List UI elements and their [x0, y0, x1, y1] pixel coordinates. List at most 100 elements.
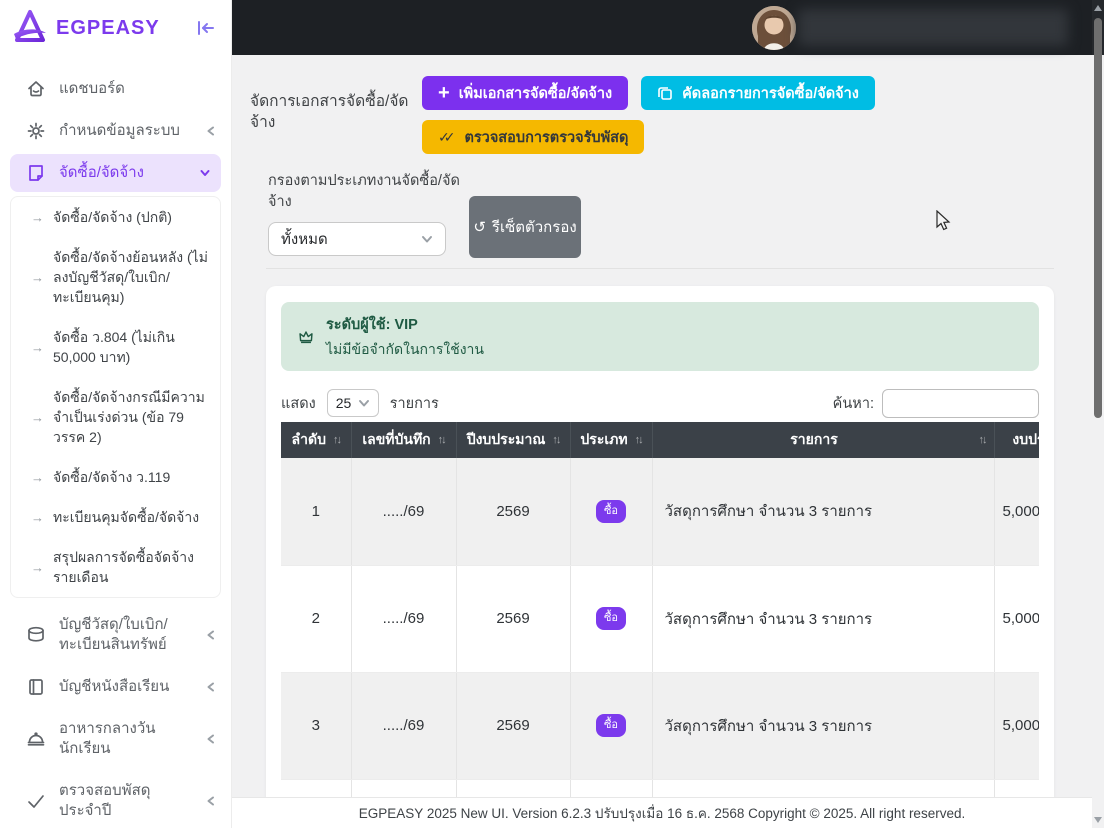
cell-no: 3 — [281, 672, 351, 779]
sidebar: EGPEASY แดชบอร์ดกำหนดข้อมูลระบบจัดซื้อ/จ… — [0, 0, 232, 828]
cell-no: 1 — [281, 458, 351, 565]
sidebar-subitem-label: จัดซื้อ/จัดจ้าง (ปกติ) — [53, 207, 172, 227]
arrow-right-icon: → — [31, 270, 44, 285]
cell-doc-no: ...../69 — [351, 779, 456, 797]
filter-type-select[interactable]: ทั้งหมด — [268, 222, 446, 256]
cell-item: วัสดุการศึกษา จำนวน 3 รายการ — [652, 779, 994, 797]
sort-icon: ↑↓ — [635, 434, 642, 446]
cell-year: 2569 — [456, 565, 570, 672]
vertical-scrollbar[interactable] — [1092, 0, 1104, 828]
table-row[interactable]: 1...../692569ซื้อวัสดุการศึกษา จำนวน 3 ร… — [281, 458, 1039, 565]
topbar — [232, 0, 1092, 55]
column-header[interactable]: ประเภท ↑↓ — [570, 422, 652, 458]
column-label: งบประมาณ — [1012, 429, 1039, 451]
section-divider — [266, 268, 1054, 269]
documents-table-wrapper: ลำดับ↑↓เลขที่บันทึก↑↓ปีงบประมาณ↑↓ประเภท↑… — [281, 422, 1039, 797]
brand-logo-icon — [10, 8, 50, 48]
cell-year: 2569 — [456, 672, 570, 779]
cell-no: 4 — [281, 779, 351, 797]
cell-no: 2 — [281, 565, 351, 672]
chevron-left-icon — [205, 681, 217, 693]
page-size-select[interactable]: 25 — [327, 389, 379, 417]
sidebar-item[interactable]: ตรวจสอบพัสดุประจำปี — [0, 770, 231, 828]
home-icon — [26, 79, 46, 99]
user-avatar[interactable] — [752, 6, 796, 50]
cell-doc-no: ...../69 — [351, 565, 456, 672]
sidebar-subitem[interactable]: →จัดซื้อ/จัดจ้าง ว.119 — [11, 457, 220, 497]
search-label: ค้นหา: — [833, 392, 874, 415]
book-icon — [26, 677, 46, 697]
column-label: ปีงบประมาณ — [467, 429, 546, 451]
cell-item: วัสดุการศึกษา จำนวน 3 รายการ — [652, 565, 994, 672]
sidebar-subitem[interactable]: → จัดซื้อ ว.804 (ไม่เกิน 50,000 บาท) — [11, 317, 220, 377]
chevron-down-icon — [358, 397, 370, 409]
type-badge: ซื้อ — [596, 607, 626, 630]
sidebar-subitem[interactable]: →จัดซื้อ/จัดจ้างกรณีมีความจำเป็นเร่งด่วน… — [11, 377, 220, 457]
arrow-right-icon: → — [31, 470, 44, 485]
column-header[interactable]: ปีงบประมาณ↑↓ — [456, 422, 570, 458]
add-document-button[interactable]: + เพิ่มเอกสารจัดซื้อ/จัดจ้าง — [422, 76, 628, 110]
table-header-row: ลำดับ↑↓เลขที่บันทึก↑↓ปีงบประมาณ↑↓ประเภท↑… — [281, 422, 1039, 458]
gear-icon — [26, 121, 46, 141]
column-header[interactable]: งบประมาณ↑↓ — [994, 422, 1039, 458]
cell-doc-no: ...../69 — [351, 458, 456, 565]
sidebar-collapse-icon[interactable] — [193, 16, 217, 40]
verify-receipt-button[interactable]: ✓✓ ตรวจสอบการตรวจรับพัสดุ — [422, 120, 644, 154]
sidebar-subitem[interactable]: →สรุปผลการจัดซื้อจัดจ้างรายเดือน — [11, 537, 220, 597]
column-header[interactable]: เลขที่บันทึก↑↓ — [351, 422, 456, 458]
sidebar-item[interactable]: แดชบอร์ด — [0, 68, 231, 110]
chevron-down-icon — [199, 167, 211, 179]
plus-icon: + — [438, 83, 450, 103]
sidebar-item[interactable]: บัญชีหนังสือเรียน — [0, 666, 231, 708]
cell-year: 2569 — [456, 779, 570, 797]
type-badge: ซื้อ — [596, 714, 626, 737]
scrollbar-thumb[interactable] — [1094, 18, 1102, 418]
sidebar-subitem[interactable]: →ทะเบียนคุมจัดซื้อ/จัดจ้าง — [11, 497, 220, 537]
vip-level: ระดับผู้ใช้: VIP — [326, 313, 484, 336]
footer-text: EGPEASY 2025 New UI. Version 6.2.3 ปรับป… — [359, 802, 965, 824]
check-icon — [26, 791, 46, 811]
reset-filter-button[interactable]: ↺รีเซ็ตตัวกรอง — [469, 196, 581, 258]
user-info-redacted — [798, 9, 1068, 46]
scroll-up-arrow-icon[interactable] — [1094, 5, 1102, 11]
table-row[interactable]: 2...../692569 ซื้อ วัสดุการศึกษา จำนวน 3 ร… — [281, 565, 1039, 672]
sidebar-item-label: อาหารกลางวันนักเรียน — [59, 719, 192, 759]
vip-subtitle: ไม่มีข้อจำกัดในการใช้งาน — [326, 339, 484, 361]
reset-icon: ↺ — [473, 219, 486, 236]
cell-doc-no: ...../69 — [351, 672, 456, 779]
column-label: ประเภท — [580, 429, 627, 451]
sidebar-item[interactable]: บัญชีวัสดุ/ใบเบิก/ทะเบียนสินทรัพย์ — [0, 604, 231, 666]
database-icon — [26, 625, 46, 645]
crown-icon — [297, 328, 315, 346]
type-badge: ซื้อ — [596, 500, 626, 523]
arrow-right-icon: → — [31, 340, 44, 355]
sidebar-item[interactable]: กำหนดข้อมูลระบบ — [0, 110, 231, 152]
sidebar-item-label: ตรวจสอบพัสดุประจำปี — [59, 781, 192, 821]
table-row[interactable]: 4...../692569ซื้อวัสดุการศึกษา จำนวน 3 ร… — [281, 779, 1039, 797]
user-level-banner: ระดับผู้ใช้: VIP ไม่มีข้อจำกัดในการใช้งา… — [281, 302, 1039, 371]
table-row[interactable]: 3...../692569ซื้อวัสดุการศึกษา จำนวน 3 ร… — [281, 672, 1039, 779]
sort-icon: ↑↓ — [333, 434, 340, 446]
cell-type: ซื้อ — [570, 458, 652, 565]
footer: EGPEASY 2025 New UI. Version 6.2.3 ปรับป… — [232, 797, 1092, 828]
sidebar-item-label: จัดซื้อ/จัดจ้าง — [59, 163, 186, 183]
scroll-down-arrow-icon[interactable] — [1094, 817, 1102, 823]
arrow-right-icon: → — [31, 210, 44, 225]
sidebar-item-label: แดชบอร์ด — [59, 79, 217, 99]
cell-type: ซื้อ — [570, 565, 652, 672]
column-header[interactable]: รายการ↑↓ — [652, 422, 994, 458]
chevron-left-icon — [205, 795, 217, 807]
copy-items-button[interactable]: คัดลอกรายการจัดซื้อ/จัดจ้าง — [641, 76, 875, 110]
sidebar-subitem[interactable]: → จัดซื้อ/จัดจ้าง (ปกติ) — [11, 197, 220, 237]
cell-budget: 5,000 — [994, 565, 1039, 672]
search-area: ค้นหา: — [833, 389, 1039, 418]
arrow-right-icon: → — [31, 560, 44, 575]
chevron-left-icon — [205, 733, 217, 745]
sidebar-subitem[interactable]: →จัดซื้อ/จัดจ้างย้อนหลัง (ไม่ลงบัญชีวัสด… — [11, 237, 220, 317]
sidebar-subitem-label: จัดซื้อ ว.804 (ไม่เกิน 50,000 บาท) — [53, 327, 212, 367]
column-label: เลขที่บันทึก — [362, 429, 430, 451]
column-header[interactable]: ลำดับ↑↓ — [281, 422, 351, 458]
search-input[interactable] — [882, 389, 1039, 418]
sidebar-item[interactable]: อาหารกลางวันนักเรียน — [0, 708, 231, 770]
sidebar-item[interactable]: จัดซื้อ/จัดจ้าง — [10, 154, 221, 192]
